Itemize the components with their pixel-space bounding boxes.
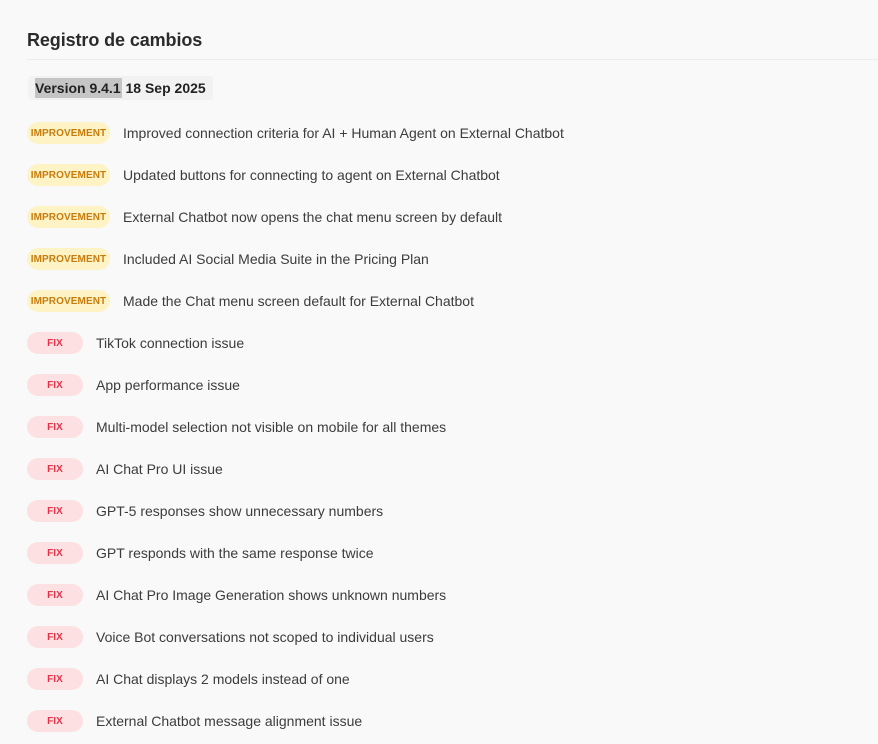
changelog-list: IMPROVEMENT Improved connection criteria … (27, 112, 564, 742)
entry-text: Included AI Social Media Suite in the Pr… (123, 251, 429, 267)
improvement-badge: IMPROVEMENT (27, 164, 110, 186)
page-title: Registro de cambios (27, 30, 203, 50)
fix-badge: FIX (27, 668, 83, 690)
entry-text: App performance issue (96, 377, 240, 393)
entry-text: AI Chat displays 2 models instead of one (96, 671, 350, 687)
entry-text: GPT-5 responses show unnecessary numbers (96, 503, 384, 519)
changelog-entry: FIX App performance issue (27, 364, 564, 406)
version-label: Version 9.4.1 (35, 78, 122, 98)
changelog-entry: FIX TikTok connection issue (27, 322, 564, 364)
changelog-entry: IMPROVEMENT Improved connection criteria … (27, 112, 564, 154)
changelog-entry: FIX GPT-5 responses show unnecessary numb… (27, 490, 564, 532)
changelog-entry: FIX Voice Bot conversations not scoped to… (27, 616, 564, 658)
entry-text: GPT responds with the same response twic… (96, 545, 374, 561)
entry-text: Made the Chat menu screen default for Ex… (123, 293, 474, 309)
changelog-entry: FIX GPT responds with the same response t… (27, 532, 564, 574)
changelog-entry: IMPROVEMENT Included AI Social Media Suit… (27, 238, 564, 280)
changelog-entry: FIX External Chatbot message alignment is… (27, 700, 564, 742)
changelog-entry: FIX AI Chat displays 2 models instead of … (27, 658, 564, 700)
changelog-entry: IMPROVEMENT Made the Chat menu screen def… (27, 280, 564, 322)
improvement-badge: IMPROVEMENT (27, 122, 110, 144)
changelog-entry: IMPROVEMENT Updated buttons for connectin… (27, 154, 564, 196)
changelog-page: Registro de cambios Version 9.4.1 18 Sep… (0, 0, 878, 744)
fix-badge: FIX (27, 542, 83, 564)
improvement-badge: IMPROVEMENT (27, 248, 110, 270)
fix-badge: FIX (27, 584, 83, 606)
improvement-badge: IMPROVEMENT (27, 206, 110, 228)
entry-text: Improved connection criteria for AI + Hu… (123, 125, 564, 141)
changelog-entry: FIX Multi-model selection not visible on … (27, 406, 564, 448)
entry-text: External Chatbot now opens the chat menu… (123, 209, 503, 225)
fix-badge: FIX (27, 416, 83, 438)
changelog-entry: FIX AI Chat Pro UI issue (27, 448, 564, 490)
changelog-entry: IMPROVEMENT External Chatbot now opens th… (27, 196, 564, 238)
entry-text: AI Chat Pro UI issue (96, 461, 223, 477)
entry-text: External Chatbot message alignment issue (96, 713, 363, 729)
changelog-entry: FIX AI Chat Pro Image Generation shows un… (27, 574, 564, 616)
version-date: 18 Sep 2025 (121, 80, 206, 96)
version-header: Version 9.4.1 18 Sep 2025 (28, 76, 213, 100)
fix-badge: FIX (27, 500, 83, 522)
entry-text: Voice Bot conversations not scoped to in… (96, 629, 434, 645)
fix-badge: FIX (27, 332, 83, 354)
entry-text: AI Chat Pro Image Generation shows unkno… (96, 587, 447, 603)
fix-badge: FIX (27, 458, 83, 480)
title-divider (27, 59, 878, 60)
entry-text: Multi-model selection not visible on mob… (96, 419, 447, 435)
improvement-badge: IMPROVEMENT (27, 290, 110, 312)
fix-badge: FIX (27, 710, 83, 732)
entry-text: TikTok connection issue (96, 335, 245, 351)
fix-badge: FIX (27, 374, 83, 396)
entry-text: Updated buttons for connecting to agent … (123, 167, 500, 183)
fix-badge: FIX (27, 626, 83, 648)
